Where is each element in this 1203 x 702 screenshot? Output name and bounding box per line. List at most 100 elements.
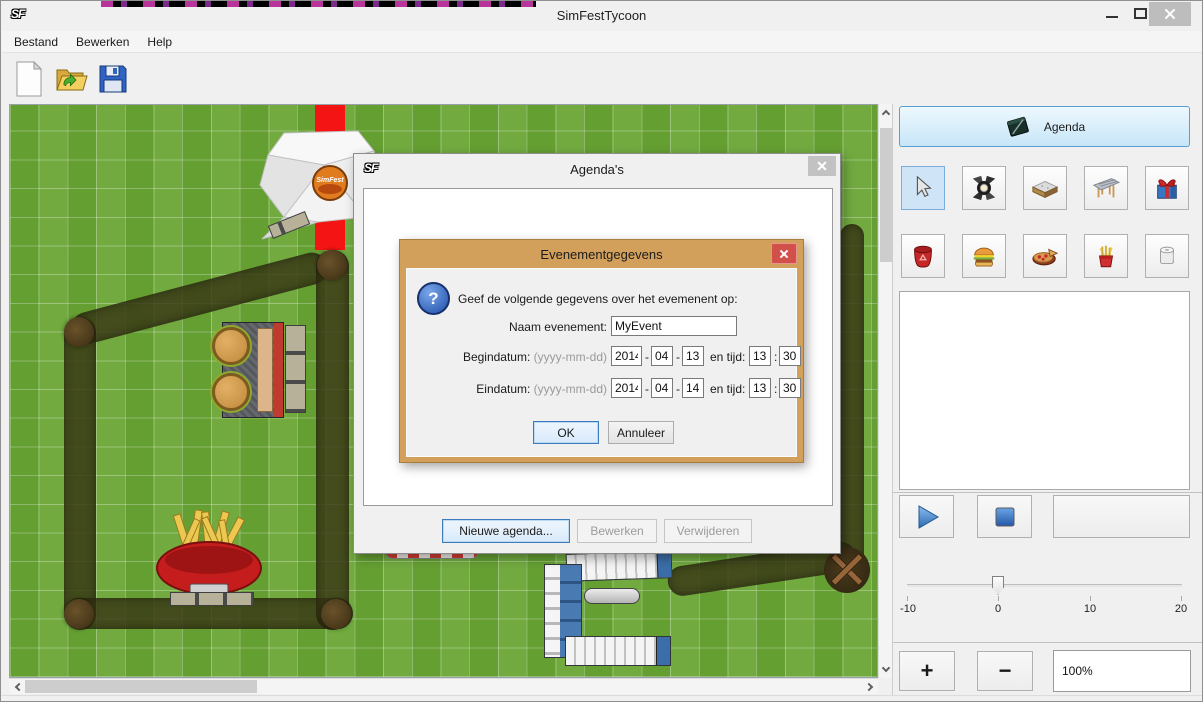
slider-label: 20 <box>1161 603 1201 615</box>
burger-prop <box>212 373 250 411</box>
minus-icon: − <box>999 658 1012 684</box>
scroll-left-button[interactable] <box>9 679 25 695</box>
tool-button-burger-stand[interactable] <box>962 234 1006 278</box>
tool-button-tent-frame[interactable] <box>1084 166 1128 210</box>
ok-button[interactable]: OK <box>533 421 599 444</box>
maximize-icon <box>1134 8 1147 19</box>
start-hour-input[interactable] <box>749 346 771 366</box>
tool-button-trash-bin[interactable] <box>901 234 945 278</box>
vertical-scroll-thumb[interactable] <box>880 128 892 262</box>
new-file-button[interactable] <box>10 59 48 99</box>
cancel-button[interactable]: Annuleer <box>608 421 674 444</box>
menu-item-bewerken[interactable]: Bewerken <box>76 35 129 49</box>
edit-agenda-button[interactable]: Bewerken <box>577 519 657 543</box>
path-knot <box>317 250 347 280</box>
event-name-input[interactable] <box>611 316 737 336</box>
slider-track[interactable] <box>907 584 1182 587</box>
end-year-input[interactable] <box>611 378 642 398</box>
path-knot <box>64 317 94 347</box>
stage-platform-icon <box>1031 174 1059 202</box>
start-date-label: Begindatum: (yyyy-mm-dd) <box>417 350 607 364</box>
save-file-button[interactable] <box>94 59 132 99</box>
agenda-list-box[interactable] <box>899 291 1190 490</box>
end-day-input[interactable] <box>682 378 704 398</box>
play-button[interactable] <box>899 495 954 538</box>
tool-button-spotlight[interactable] <box>962 166 1006 210</box>
scroll-left-icon <box>14 683 22 691</box>
tool-button-select[interactable] <box>901 166 945 210</box>
select-cursor-icon <box>909 174 937 202</box>
window-title: SimFestTycoon <box>1 8 1202 23</box>
scroll-up-button[interactable] <box>879 104 893 121</box>
name-label: Naam evenement: <box>417 320 607 334</box>
date-separator: - <box>645 382 649 396</box>
event-dialog-titlebar: Evenementgegevens <box>400 240 803 268</box>
delete-agenda-button[interactable]: Verwijderen <box>664 519 752 543</box>
menu-bar: Bestand Bewerken Help <box>2 31 1203 53</box>
end-date-label: Eindatum: (yyyy-mm-dd) <box>417 382 607 396</box>
menu-item-bestand[interactable]: Bestand <box>14 35 58 49</box>
end-minute-input[interactable] <box>779 378 801 398</box>
tool-button-pizza-stand[interactable] <box>1023 234 1067 278</box>
start-month-input[interactable] <box>651 346 673 366</box>
agenda-panel-button[interactable]: Agenda <box>899 106 1190 147</box>
zoom-out-button[interactable]: − <box>977 651 1033 691</box>
slider-thumb[interactable] <box>992 576 1004 595</box>
application-window: SF SimFestTycoon Bestand Bewerken Help <box>0 0 1203 702</box>
open-file-button[interactable] <box>52 59 90 99</box>
trash-bin-icon <box>909 242 937 270</box>
plus-icon: + <box>921 658 934 684</box>
minimize-button[interactable] <box>1099 1 1125 25</box>
burger-stand-icon <box>970 242 998 270</box>
start-day-input[interactable] <box>682 346 704 366</box>
scroll-down-button[interactable] <box>879 661 893 678</box>
new-agenda-button[interactable]: Nieuwe agenda... <box>442 519 570 543</box>
date-separator: - <box>645 350 649 364</box>
event-dialog-body: ? Geef de volgende gegevens over het eve… <box>406 268 797 457</box>
path-knot <box>321 599 351 629</box>
right-panel: Agenda <box>892 104 1203 695</box>
time-separator: : <box>774 350 777 364</box>
slider-label: -10 <box>888 603 928 615</box>
date-format-hint: (yyyy-mm-dd) <box>534 382 607 396</box>
end-month-input[interactable] <box>651 378 673 398</box>
map-vertical-scrollbar[interactable] <box>878 104 892 678</box>
slider-label: 0 <box>978 603 1018 615</box>
date-separator: - <box>676 382 680 396</box>
close-icon <box>815 159 829 173</box>
stop-button[interactable] <box>977 495 1032 538</box>
burger-prop <box>212 327 250 365</box>
zoom-in-button[interactable]: + <box>899 651 955 691</box>
minimize-icon <box>1106 16 1118 18</box>
end-hour-input[interactable] <box>749 378 771 398</box>
new-document-icon <box>14 61 44 97</box>
tool-button-gift-shop[interactable] <box>1145 166 1189 210</box>
tool-button-toilet[interactable] <box>1145 234 1189 278</box>
fries-stand[interactable] <box>152 510 270 602</box>
gift-shop-icon <box>1153 174 1181 202</box>
barrier-structure[interactable] <box>542 550 682 670</box>
map-horizontal-scrollbar[interactable] <box>9 678 878 694</box>
horizontal-scroll-thumb[interactable] <box>25 680 257 693</box>
panel-divider <box>893 642 1203 643</box>
tool-button-fries-stand[interactable] <box>1084 234 1128 278</box>
scroll-right-button[interactable] <box>862 679 878 695</box>
event-dialog: Evenementgegevens ? Geef de volgende geg… <box>399 239 804 463</box>
fries-stand-icon <box>1092 242 1120 270</box>
start-minute-input[interactable] <box>779 346 801 366</box>
menu-item-help[interactable]: Help <box>147 35 172 49</box>
tool-button-stage[interactable] <box>1023 166 1067 210</box>
close-button[interactable] <box>1149 2 1191 26</box>
time-label: en tijd: <box>710 350 745 364</box>
agendas-dialog-titlebar: SF Agenda's <box>354 154 840 186</box>
close-icon <box>778 248 790 260</box>
playback-extra-button[interactable] <box>1053 495 1190 538</box>
speed-slider[interactable]: -10 0 10 20 <box>893 564 1203 624</box>
save-floppy-icon <box>97 63 129 95</box>
zoom-percent-field[interactable] <box>1053 650 1191 692</box>
event-dialog-close-button[interactable] <box>771 243 797 264</box>
spotlight-icon <box>970 174 998 202</box>
agendas-dialog-close-button[interactable] <box>808 156 836 176</box>
start-year-input[interactable] <box>611 346 642 366</box>
time-separator: : <box>774 382 777 396</box>
